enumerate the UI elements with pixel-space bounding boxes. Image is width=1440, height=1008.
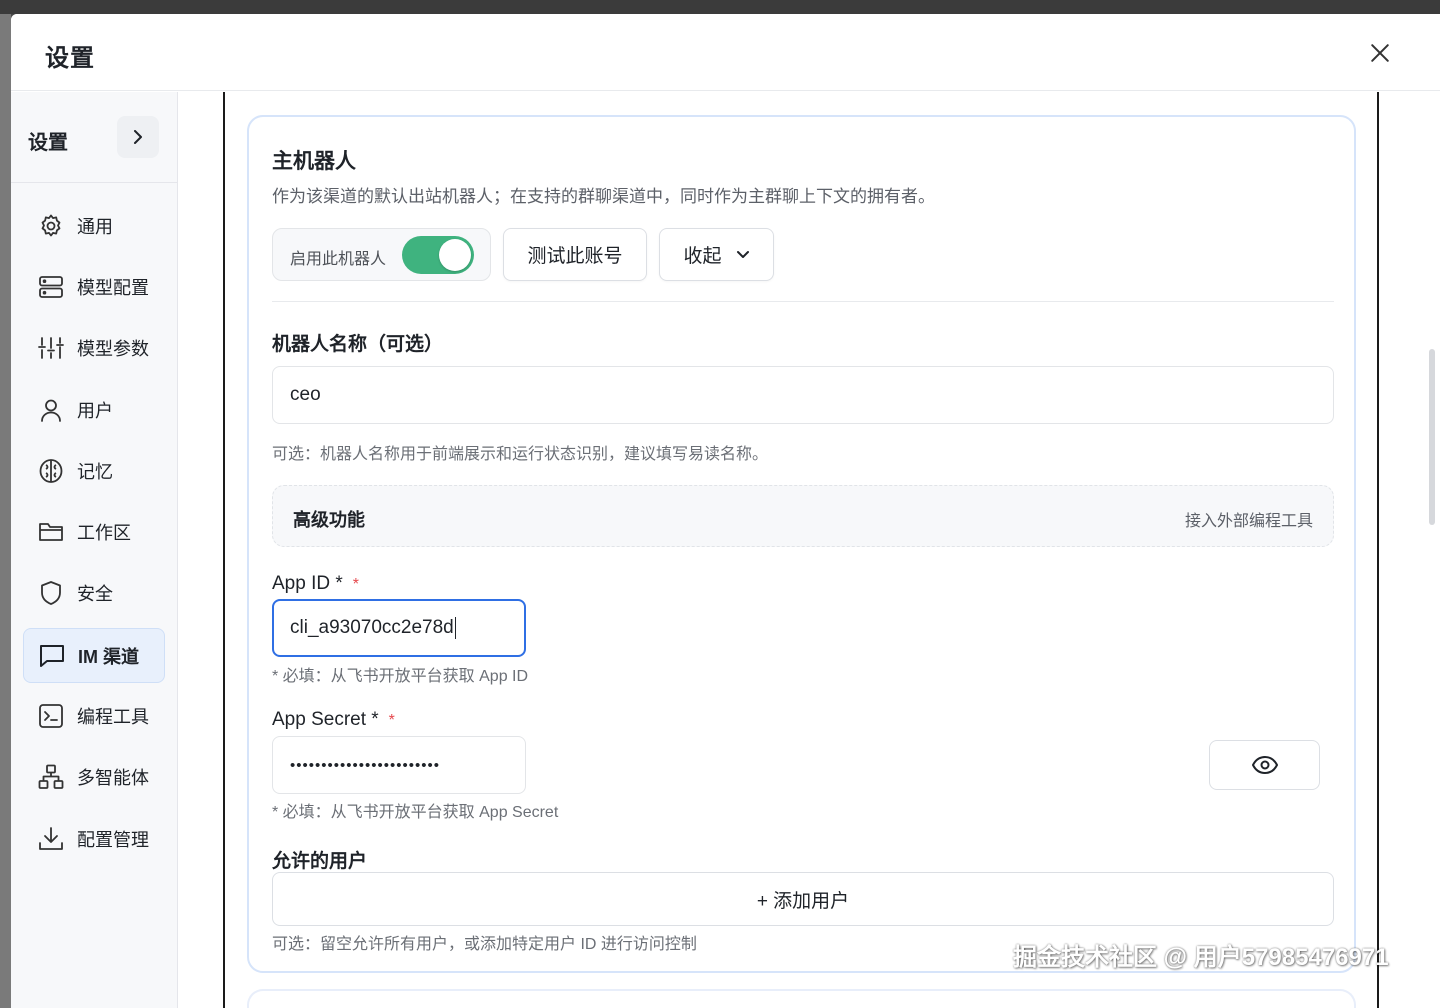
sidebar-item-label: 通用	[77, 216, 113, 237]
advanced-features-title: 高级功能	[293, 510, 365, 530]
terminal-icon	[37, 702, 65, 730]
app-secret-hint: * 必填：从飞书开放平台获取 App Secret	[272, 804, 559, 821]
external-coding-tools-link[interactable]: 接入外部编程工具	[1185, 507, 1313, 531]
app-id-label-text: App ID *	[272, 573, 343, 594]
sidebar-item-label: 多智能体	[77, 767, 149, 788]
sidebar-item-model-config[interactable]: 模型配置	[23, 259, 165, 314]
backdrop-top	[0, 0, 1440, 14]
collapse-button[interactable]: 收起	[659, 228, 774, 281]
sidebar-item-memory[interactable]: 记忆	[23, 443, 165, 498]
main-bot-card: 主机器人 作为该渠道的默认出站机器人；在支持的群聊渠道中，同时作为主群聊上下文的…	[247, 115, 1356, 973]
sidebar-item-im-channels[interactable]: IM 渠道	[23, 628, 165, 683]
bot-name-label: 机器人名称（可选）	[272, 334, 444, 355]
allowed-users-label: 允许的用户	[272, 851, 368, 872]
sidebar-item-general[interactable]: 通用	[23, 198, 165, 253]
add-user-button[interactable]: + 添加用户	[272, 872, 1334, 926]
sidebar-item-label: 安全	[77, 583, 113, 604]
enable-bot-switch[interactable]	[402, 236, 474, 274]
advanced-features-panel[interactable]: 高级功能 接入外部编程工具	[272, 485, 1334, 547]
sidebar-item-security[interactable]: 安全	[23, 565, 165, 620]
card-description: 作为该渠道的默认出站机器人；在支持的群聊渠道中，同时作为主群聊上下文的拥有者。	[272, 187, 935, 206]
chevron-down-icon	[736, 250, 750, 260]
watermark: 掘金技术社区 @ 用户57985476971	[1013, 944, 1389, 971]
folder-icon	[37, 518, 65, 546]
sidebar-item-label: 用户	[77, 400, 113, 421]
next-card-edge	[247, 989, 1356, 1008]
brain-icon	[37, 457, 65, 485]
switch-knob	[439, 239, 471, 271]
eye-icon	[1251, 756, 1278, 774]
sidebar-item-model-params[interactable]: 模型参数	[23, 320, 165, 375]
enable-bot-label: 启用此机器人	[290, 251, 387, 268]
content-border-right	[1377, 92, 1379, 1008]
sidebar-toggle-button[interactable]	[117, 116, 159, 158]
sliders-icon	[37, 334, 65, 362]
collapse-button-label: 收起	[683, 246, 722, 267]
sidebar-item-label: IM 渠道	[78, 646, 139, 667]
sidebar-header: 设置	[11, 92, 177, 183]
bot-name-input[interactable]: ceo	[272, 366, 1334, 424]
sidebar-item-label: 模型参数	[77, 338, 149, 359]
app-id-value: cli_a93070cc2e78d	[290, 617, 454, 638]
sidebar-item-label: 编程工具	[77, 706, 149, 727]
shield-icon	[37, 579, 65, 607]
sidebar-item-users[interactable]: 用户	[23, 382, 165, 437]
required-mark: *	[352, 576, 359, 593]
allowed-users-hint: 可选：留空允许所有用户，或添加特定用户 ID 进行访问控制	[272, 936, 697, 953]
sidebar-title: 设置	[28, 132, 68, 154]
show-secret-button[interactable]	[1209, 740, 1320, 790]
required-mark: *	[388, 712, 395, 729]
bot-name-hint: 可选：机器人名称用于前端展示和运行状态识别，建议填写易读名称。	[272, 446, 769, 463]
settings-dialog: 设置 设置 通用 模型配置 模型参数 用户 记忆 工作区 安全 IM 渠道 编程…	[11, 14, 1440, 1008]
bot-name-value: ceo	[290, 384, 321, 405]
download-icon	[37, 825, 65, 853]
app-id-hint: * 必填：从飞书开放平台获取 App ID	[272, 668, 529, 685]
user-icon	[37, 396, 65, 424]
dialog-header: 设置	[11, 14, 1440, 91]
scrollbar[interactable]	[1429, 349, 1435, 525]
enable-bot-toggle[interactable]: 启用此机器人	[272, 228, 491, 281]
sidebar-item-label: 工作区	[77, 522, 131, 543]
app-secret-input[interactable]: ••••••••••••••••••••••••	[272, 736, 526, 794]
content-border-left	[223, 92, 225, 1008]
backdrop-left	[0, 14, 11, 1008]
sidebar-item-label: 模型配置	[77, 277, 149, 298]
divider	[272, 301, 1334, 302]
sidebar-item-config-management[interactable]: 配置管理	[23, 811, 165, 866]
server-icon	[37, 273, 65, 301]
chevron-right-icon	[134, 130, 142, 144]
sidebar: 设置 通用 模型配置 模型参数 用户 记忆 工作区 安全 IM 渠道 编程工具 …	[11, 92, 178, 1008]
sidebar-item-label: 记忆	[77, 461, 113, 482]
app-secret-value: ••••••••••••••••••••••••	[290, 756, 441, 774]
app-id-input[interactable]: cli_a93070cc2e78d	[272, 599, 526, 657]
network-icon	[37, 763, 65, 791]
test-account-button[interactable]: 测试此账号	[503, 228, 647, 281]
app-secret-label-text: App Secret *	[272, 709, 379, 730]
sidebar-item-coding-tools[interactable]: 编程工具	[23, 688, 165, 743]
close-icon[interactable]	[1367, 40, 1393, 66]
chat-icon	[38, 642, 66, 670]
app-secret-label: App Secret * *	[272, 709, 395, 731]
text-caret	[454, 617, 456, 639]
sidebar-item-label: 配置管理	[77, 829, 149, 850]
dialog-title: 设置	[45, 45, 95, 72]
sidebar-item-workspace[interactable]: 工作区	[23, 504, 165, 559]
app-id-label: App ID * *	[272, 573, 359, 595]
sidebar-item-multi-agent[interactable]: 多智能体	[23, 749, 165, 804]
gear-icon	[37, 212, 65, 240]
card-title: 主机器人	[272, 150, 356, 173]
